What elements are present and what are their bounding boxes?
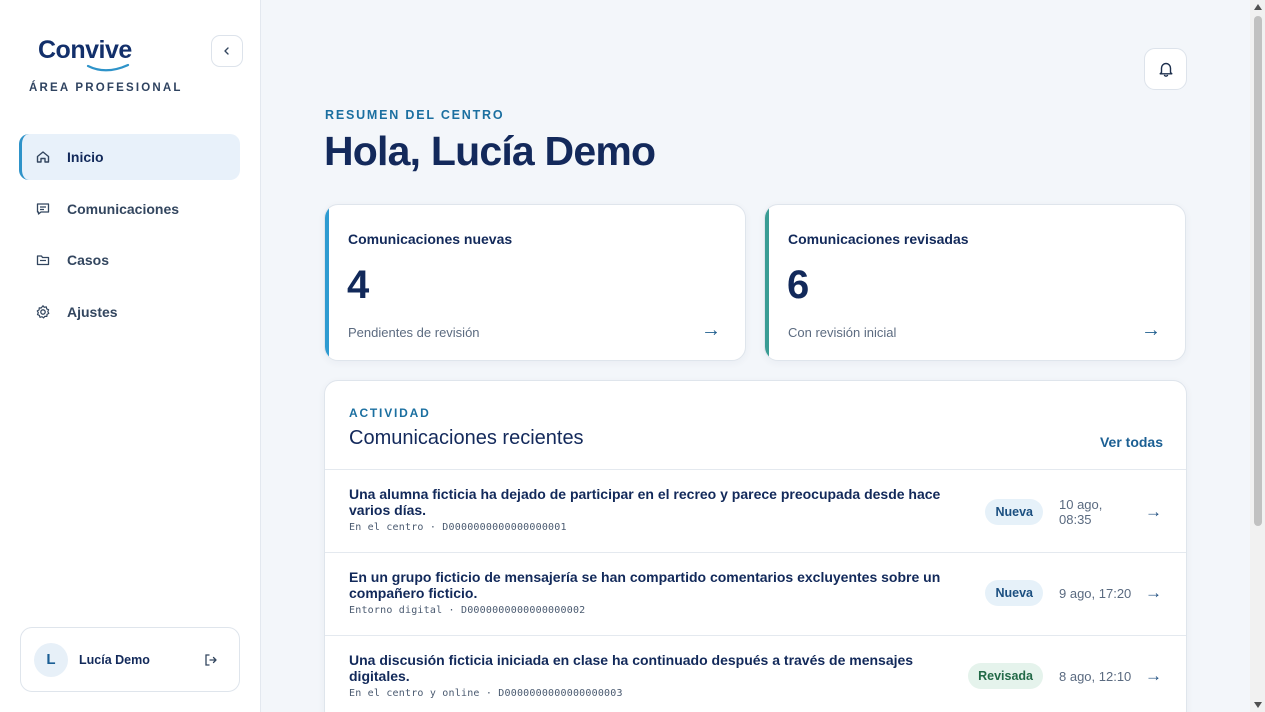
sidebar-item-label: Comunicaciones — [67, 200, 180, 217]
list-item[interactable]: En un grupo ficticio de mensajería se ha… — [325, 552, 1186, 635]
item-date: 9 ago, 17:20 — [1059, 585, 1132, 601]
item-meta: Entorno digital · D0000000000000000002 — [349, 605, 586, 616]
message-icon — [35, 201, 51, 217]
stat-subtitle: Con revisión inicial — [788, 325, 897, 340]
page-scrollbar[interactable] — [1250, 0, 1265, 712]
arrow-right-icon[interactable]: → — [1145, 502, 1162, 522]
scrollbar-thumb[interactable] — [1254, 16, 1262, 526]
item-meta: En el centro · D0000000000000000001 — [349, 522, 567, 533]
stat-value: 4 — [347, 263, 370, 307]
see-all-link[interactable]: Ver todas — [1100, 434, 1163, 450]
recent-activity-panel: ACTIVIDAD Comunicaciones recientes Ver t… — [324, 380, 1187, 712]
sidebar-item-comunicaciones[interactable]: Comunicaciones — [19, 186, 240, 232]
item-title: Una discusión ficticia iniciada en clase… — [349, 652, 914, 684]
activity-list: Una alumna ficticia ha dejado de partici… — [325, 469, 1186, 712]
item-date: 8 ago, 12:10 — [1059, 668, 1132, 684]
bell-icon — [1159, 62, 1172, 77]
logo-swoosh-icon — [86, 63, 130, 72]
stat-title: Comunicaciones nuevas — [348, 231, 513, 247]
arrow-right-icon[interactable]: → — [701, 319, 721, 342]
chevron-left-icon — [224, 47, 229, 55]
sidebar-item-label: Ajustes — [67, 303, 118, 320]
stat-card-new[interactable]: Comunicaciones nuevas 4 Pendientes de re… — [324, 204, 746, 361]
scroll-down-arrow-icon[interactable] — [1254, 702, 1262, 708]
arrow-right-icon[interactable]: → — [1145, 666, 1162, 686]
list-item[interactable]: Una alumna ficticia ha dejado de partici… — [325, 469, 1186, 552]
activity-title: Comunicaciones recientes — [349, 427, 584, 449]
list-item[interactable]: Una discusión ficticia iniciada en clase… — [325, 635, 1186, 712]
stat-value: 6 — [787, 263, 810, 307]
sidebar-item-label: Casos — [67, 252, 110, 268]
item-title: Una alumna ficticia ha dejado de partici… — [349, 486, 941, 518]
item-title: En un grupo ficticio de mensajería se ha… — [349, 569, 941, 601]
activity-eyebrow: ACTIVIDAD — [349, 406, 431, 420]
user-card: L Lucía Demo — [20, 627, 240, 692]
area-label: ÁREA PROFESIONAL — [29, 82, 183, 94]
status-badge: Nueva — [985, 499, 1043, 525]
settings-icon — [35, 304, 51, 320]
page-eyebrow: RESUMEN DEL CENTRO — [325, 108, 505, 122]
home-icon — [35, 149, 51, 165]
stat-title: Comunicaciones revisadas — [788, 231, 969, 247]
status-badge: Revisada — [968, 663, 1043, 689]
sidebar-item-inicio[interactable]: Inicio — [19, 134, 240, 180]
arrow-right-icon[interactable]: → — [1145, 583, 1162, 603]
status-badge: Nueva — [985, 580, 1043, 606]
folder-icon — [35, 252, 51, 268]
stat-subtitle: Pendientes de revisión — [348, 325, 480, 340]
sidebar-nav: Inicio Comunicaciones Casos Ajustes — [19, 134, 240, 340]
scroll-up-arrow-icon[interactable] — [1254, 4, 1262, 10]
collapse-sidebar-button[interactable] — [211, 35, 243, 67]
stat-card-reviewed[interactable]: Comunicaciones revisadas 6 Con revisión … — [764, 204, 1186, 361]
logo-text: Convive — [38, 36, 132, 64]
avatar[interactable]: L — [34, 642, 68, 677]
stat-accent-bar — [765, 205, 769, 360]
arrow-right-icon[interactable]: → — [1141, 319, 1161, 342]
notifications-button[interactable] — [1144, 48, 1187, 90]
brand-logo[interactable]: Convive — [38, 36, 132, 72]
item-meta: En el centro y online · D000000000000000… — [349, 688, 623, 699]
sidebar-item-ajustes[interactable]: Ajustes — [19, 289, 240, 335]
item-date: 10 ago, 08:35 — [1059, 497, 1103, 527]
logout-icon[interactable] — [203, 652, 219, 668]
sidebar: Convive ÁREA PROFESIONAL Inicio Comunica… — [0, 0, 261, 712]
sidebar-item-casos[interactable]: Casos — [19, 237, 240, 283]
stat-accent-bar — [325, 205, 329, 360]
user-name: Lucía Demo — [79, 652, 150, 667]
page-title: Hola, Lucía Demo — [324, 128, 656, 174]
sidebar-item-label: Inicio — [67, 149, 104, 165]
